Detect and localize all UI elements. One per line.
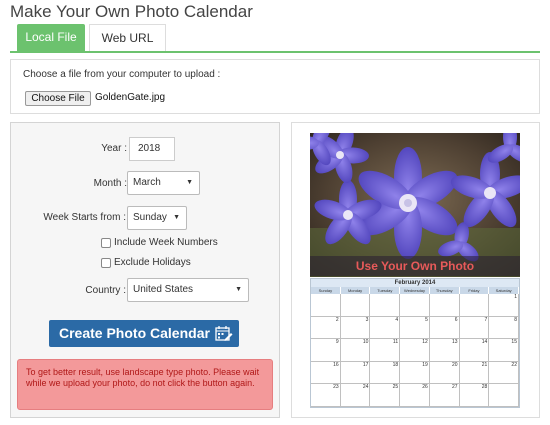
selected-file-name: GoldenGate.jpg [95, 92, 166, 103]
month-select-value: March [133, 177, 161, 188]
week-start-select[interactable]: Sunday ▼ [127, 206, 187, 230]
weekday-header: Friday [460, 287, 490, 294]
calendar-grid-preview: February 2014 Sunday Monday Tuesday Wedn… [310, 278, 520, 408]
calendar-days-grid: 1 2 3 4 5 6 7 8 9 10 11 12 13 14 15 16 17 18 19 20 21 22 23 24 2… [311, 294, 519, 407]
calendar-day-cell [370, 294, 401, 317]
calendar-day-cell: 18 [370, 361, 401, 385]
calendar-day-cell [429, 294, 460, 317]
tab-web-url[interactable]: Web URL [89, 24, 166, 51]
calendar-day-cell: 14 [459, 339, 490, 362]
calendar-day-cell: 25 [370, 384, 401, 407]
include-week-numbers-label: Include Week Numbers [114, 237, 218, 248]
calendar-day-cell [489, 384, 519, 407]
calendar-day-cell: 4 [370, 316, 401, 340]
sample-photo: Use Your Own Photo [310, 133, 520, 277]
weekday-header-row: Sunday Monday Tuesday Wednesday Thursday… [311, 287, 520, 294]
calendar-day-cell [340, 294, 371, 317]
chevron-down-icon: ▼ [173, 214, 180, 221]
include-week-numbers-checkbox[interactable] [101, 238, 111, 248]
create-photo-calendar-button[interactable]: Create Photo Calendar [49, 320, 239, 347]
calendar-day-cell: 27 [429, 384, 460, 407]
calendar-day-cell: 23 [311, 384, 341, 407]
upload-section: Choose a file from your computer to uplo… [10, 59, 540, 114]
calendar-day-cell [459, 294, 490, 317]
year-input[interactable]: 2018 [129, 137, 175, 161]
page-title: Make Your Own Photo Calendar [10, 2, 253, 21]
upload-label: Choose a file from your computer to uplo… [23, 69, 221, 80]
calendar-day-cell: 6 [429, 316, 460, 340]
edit-calendar-icon [215, 326, 233, 341]
calendar-day-cell: 7 [459, 316, 490, 340]
calendar-day-cell [400, 294, 430, 317]
exclude-holidays-checkbox[interactable] [101, 258, 111, 268]
chevron-down-icon: ▼ [186, 179, 193, 186]
calendar-preview: Use Your Own Photo February 2014 Sunday … [291, 122, 540, 418]
tab-bar: Local File Web URL [10, 24, 540, 53]
calendar-day-cell: 10 [340, 339, 371, 362]
country-label: Country : [85, 285, 126, 296]
calendar-options-form: Year : 2018 Month : March ▼ Week Starts … [10, 122, 280, 418]
exclude-holidays-label: Exclude Holidays [114, 257, 191, 268]
calendar-day-cell: 13 [429, 339, 460, 362]
calendar-day-cell: 22 [489, 361, 519, 385]
calendar-day-cell: 15 [489, 339, 519, 362]
weekday-header: Saturday [489, 287, 520, 294]
year-label: Year : [101, 143, 127, 154]
choose-file-button[interactable]: Choose File [25, 91, 91, 106]
calendar-month-title: February 2014 [311, 279, 519, 287]
calendar-day-cell: 11 [370, 339, 401, 362]
upload-warning-alert: To get better result, use landscape type… [17, 359, 273, 410]
calendar-day-cell: 9 [311, 339, 341, 362]
week-start-label: Week Starts from : [43, 212, 126, 223]
calendar-day-cell: 19 [400, 361, 430, 385]
weekday-header: Monday [341, 287, 371, 294]
country-select-value: United States [133, 284, 194, 295]
weekday-header: Thursday [430, 287, 460, 294]
chevron-down-icon: ▼ [235, 286, 242, 293]
country-select[interactable]: United States ▼ [127, 278, 249, 302]
calendar-day-cell: 17 [340, 361, 371, 385]
calendar-day-cell: 21 [459, 361, 490, 385]
photo-caption: Use Your Own Photo [310, 256, 520, 276]
week-start-select-value: Sunday [133, 212, 167, 223]
calendar-day-cell: 2 [311, 316, 341, 340]
create-button-label: Create Photo Calendar [59, 325, 210, 341]
tab-local-file[interactable]: Local File [17, 24, 85, 51]
month-label: Month : [93, 178, 127, 189]
weekday-header: Sunday [311, 287, 341, 294]
month-select[interactable]: March ▼ [127, 171, 200, 195]
calendar-day-cell: 5 [400, 316, 430, 340]
calendar-day-cell: 28 [459, 384, 490, 407]
weekday-header: Tuesday [370, 287, 401, 294]
calendar-day-cell: 3 [340, 316, 371, 340]
calendar-day-cell: 16 [311, 361, 341, 385]
calendar-day-cell: 8 [489, 316, 519, 340]
weekday-header: Wednesday [400, 287, 430, 294]
calendar-day-cell: 20 [429, 361, 460, 385]
calendar-day-cell [311, 294, 341, 317]
calendar-day-cell: 24 [340, 384, 371, 407]
calendar-day-cell: 12 [400, 339, 430, 362]
calendar-day-cell: 1 [489, 294, 519, 317]
calendar-day-cell: 26 [400, 384, 430, 407]
